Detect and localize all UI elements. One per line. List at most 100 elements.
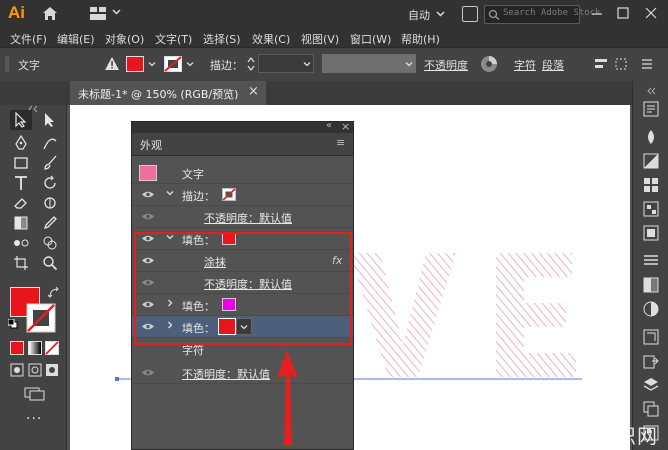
eye-icon[interactable] [141, 212, 155, 221]
panel-tab-appearance[interactable]: 外观 [140, 137, 162, 153]
appearance-icon[interactable] [643, 329, 659, 345]
opacity-link[interactable]: 不透明度 [424, 57, 468, 73]
color-mode-icon[interactable] [10, 341, 24, 355]
watermark: 爱创根知识网 [532, 424, 658, 448]
document-tab-bar: 未标题-1* @ 150% (RGB/预览) × [0, 81, 668, 105]
menu-edit[interactable]: 编辑(E) [57, 31, 95, 47]
home-icon[interactable] [42, 6, 58, 21]
eye-icon[interactable] [141, 190, 155, 199]
curvature-tool-icon[interactable] [42, 135, 58, 151]
menu-bar: 文件(F) 编辑(E) 对象(O) 文字(T) 选择(S) 效果(C) 视图(V… [0, 29, 668, 48]
swap-fill-stroke-icon[interactable] [48, 287, 60, 299]
control-bar: 文字 描边： 不透明度 字符 段落 [0, 48, 668, 82]
width-tool-icon[interactable] [42, 195, 58, 211]
symbols-icon[interactable] [643, 201, 659, 217]
app-logo: Ai [8, 3, 25, 22]
eyedropper-tool-icon[interactable] [42, 215, 58, 231]
collapse-panel-button[interactable]: « [326, 120, 332, 131]
properties-icon[interactable] [643, 101, 659, 117]
transparency-icon[interactable] [643, 301, 659, 317]
color-icon[interactable] [643, 129, 659, 145]
align-icon[interactable] [594, 57, 608, 71]
gradient-tool-icon[interactable] [13, 215, 29, 231]
more-tools-icon[interactable]: ··· [26, 411, 42, 427]
asset-export-icon[interactable] [643, 353, 659, 369]
fill-color-swatch[interactable] [126, 56, 144, 72]
stroke-none-swatch[interactable] [26, 303, 56, 333]
chevron-down-icon[interactable] [148, 60, 156, 68]
none-mode-icon[interactable] [45, 341, 59, 355]
rectangle-tool-icon[interactable] [13, 155, 29, 171]
menu-effect[interactable]: 效果(C) [252, 31, 290, 47]
graphic-styles-icon[interactable] [643, 225, 659, 241]
close-window-icon[interactable] [644, 6, 658, 20]
artboards-icon[interactable] [643, 401, 659, 417]
gradient-panel-icon[interactable] [643, 277, 659, 293]
draw-normal-icon[interactable] [10, 363, 24, 377]
warning-icon[interactable] [104, 56, 120, 71]
document-tab[interactable]: 未标题-1* @ 150% (RGB/预览) × [70, 81, 266, 105]
layers-icon[interactable] [643, 377, 659, 393]
menu-help[interactable]: 帮助(H) [401, 31, 440, 47]
eraser-tool-icon[interactable] [13, 195, 29, 211]
collapse-icon[interactable] [645, 87, 657, 95]
blend-tool-icon[interactable] [13, 235, 29, 251]
type-tool-icon[interactable] [13, 175, 29, 191]
minimize-icon[interactable] [590, 6, 604, 20]
row-label[interactable]: 不透明度：默认值 [182, 366, 270, 382]
zoom-tool-icon[interactable] [42, 255, 58, 271]
chevron-down-icon[interactable] [166, 189, 174, 197]
menu-file[interactable]: 文件(F) [10, 31, 47, 47]
appearance-row-stroke[interactable]: 描边： [132, 184, 353, 206]
chevron-down-icon[interactable] [186, 60, 194, 68]
appearance-row-type[interactable]: 文字 [132, 162, 353, 184]
stepper-icon[interactable] [246, 55, 256, 73]
panel-menu-icon[interactable] [640, 57, 654, 71]
panel-menu-button[interactable]: ≡ [336, 136, 345, 149]
swatches-icon[interactable] [643, 177, 659, 193]
chevron-down-icon[interactable] [112, 7, 121, 16]
menu-window[interactable]: 窗口(W) [350, 31, 391, 47]
close-panel-button[interactable]: × [341, 120, 350, 133]
stroke-weight-dropdown[interactable] [258, 54, 314, 73]
appearance-row-opacity[interactable]: 不透明度：默认值 [132, 206, 353, 228]
character-link[interactable]: 字符 [514, 57, 536, 73]
paragraph-link[interactable]: 段落 [542, 57, 564, 73]
color-guide-icon[interactable] [643, 153, 659, 169]
stroke-none-swatch[interactable] [164, 56, 182, 72]
stock-library-icon[interactable] [462, 6, 478, 22]
menu-object[interactable]: 对象(O) [105, 31, 144, 47]
row-label[interactable]: 不透明度：默认值 [204, 210, 292, 226]
maximize-icon[interactable] [616, 6, 630, 20]
selection-tool-icon[interactable] [13, 112, 29, 128]
chevron-down-icon[interactable] [436, 9, 445, 18]
direct-selection-tool-icon[interactable] [42, 112, 58, 128]
draw-behind-icon[interactable] [28, 363, 42, 377]
default-fill-stroke-icon[interactable] [8, 319, 18, 329]
rotate-tool-icon[interactable] [42, 175, 58, 191]
menu-view[interactable]: 视图(V) [301, 31, 339, 47]
row-label: 文字 [182, 168, 204, 181]
close-tab-button[interactable]: × [248, 84, 259, 99]
menu-select[interactable]: 选择(S) [203, 31, 241, 47]
appearance-row-opacity[interactable]: 不透明度：默认值 [132, 362, 353, 384]
gradient-mode-icon[interactable] [28, 341, 42, 355]
workspace-switcher[interactable]: 自动 [408, 7, 430, 23]
stroke-panel-icon[interactable] [643, 253, 659, 269]
stroke-none-swatch[interactable] [222, 188, 236, 201]
row-label: 描边： [182, 190, 215, 203]
draw-inside-icon[interactable] [45, 363, 59, 377]
artboard-tool-icon[interactable] [13, 255, 29, 271]
recolor-artwork-icon[interactable] [480, 55, 498, 73]
paintbrush-tool-icon[interactable] [42, 155, 58, 171]
variable-width-profile-dropdown[interactable] [322, 54, 416, 73]
eye-icon[interactable] [141, 368, 155, 377]
pen-tool-icon[interactable] [13, 135, 29, 151]
shape-builder-tool-icon[interactable] [42, 235, 58, 251]
stock-search-input[interactable]: Search Adobe Stock [484, 5, 601, 24]
menu-type[interactable]: 文字(T) [155, 31, 192, 47]
highlight-box [134, 232, 352, 345]
screen-mode-icon[interactable] [24, 387, 46, 401]
transform-icon[interactable] [614, 57, 628, 71]
workspace-layout-icon[interactable] [90, 7, 106, 20]
